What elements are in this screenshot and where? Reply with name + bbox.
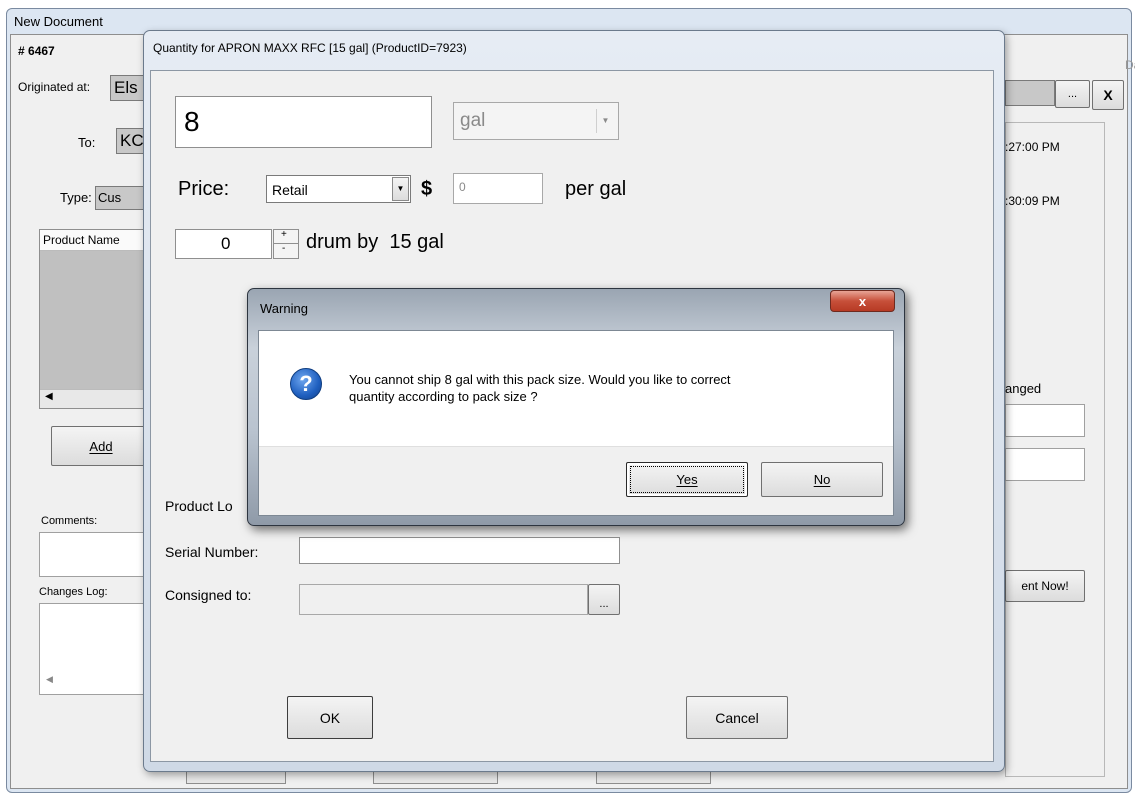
bottom-tab-1[interactable]: [186, 770, 286, 784]
comments-field[interactable]: [39, 532, 151, 577]
yes-button[interactable]: Yes: [626, 462, 748, 497]
warning-message: You cannot ship 8 gal with this pack siz…: [349, 371, 731, 405]
serial-number-input[interactable]: [299, 537, 620, 564]
type-field[interactable]: Cus: [95, 186, 150, 210]
doc-number-prefix: #: [18, 44, 25, 58]
changed-field-2[interactable]: [1005, 448, 1085, 481]
pack-count-stepper[interactable]: 0: [175, 229, 272, 259]
price-type-value: Retail: [272, 182, 308, 198]
action-button-label: ent Now!: [1021, 579, 1069, 593]
consigned-to-label: Consigned to:: [165, 587, 252, 603]
changed-field-1[interactable]: [1005, 404, 1085, 437]
price-dropdown-arrow-icon[interactable]: ▼: [392, 177, 409, 201]
cancel-button[interactable]: Cancel: [686, 696, 788, 739]
ok-button-label: OK: [319, 709, 341, 726]
time-1: :27:00 PM: [1005, 140, 1060, 154]
product-list-scrollbar[interactable]: ◀: [40, 389, 153, 408]
warning-message-line-1: You cannot ship 8 gal with this pack siz…: [349, 372, 731, 387]
close-doc-button-label: X: [1103, 87, 1113, 103]
quantity-dialog-title: Quantity for APRON MAXX RFC [15 gal] (Pr…: [153, 41, 467, 55]
to-label: To:: [78, 135, 96, 150]
price-type-select[interactable]: Retail ▼: [266, 175, 411, 203]
changes-log-field[interactable]: ◀: [39, 603, 151, 695]
price-label: Price:: [178, 178, 230, 200]
warning-close-icon[interactable]: x: [830, 290, 895, 312]
pack-stepper-buttons[interactable]: + -: [273, 229, 299, 259]
product-lot-label: Product Lo: [165, 498, 233, 514]
pack-description: drum by 15 gal: [306, 231, 444, 253]
yes-focus-rect: [630, 466, 744, 493]
changes-log-scroll-left-icon[interactable]: ◀: [46, 674, 53, 685]
originated-at-label: Originated at:: [18, 80, 91, 94]
unit-dropdown-arrow-icon[interactable]: ▼: [596, 109, 614, 133]
consigned-browse-label: ...: [599, 598, 609, 610]
warning-dialog-title: Warning: [260, 301, 308, 316]
stepper-up-icon[interactable]: +: [281, 229, 287, 240]
comments-label: Comments:: [41, 515, 98, 527]
cancel-button-label: Cancel: [715, 709, 759, 726]
background-window-title: New Document: [14, 14, 103, 29]
ok-button[interactable]: OK: [287, 696, 373, 739]
product-list-body: [40, 251, 153, 389]
add-button[interactable]: Add: [51, 426, 151, 466]
no-button[interactable]: No: [761, 462, 883, 497]
per-unit-label: per gal: [565, 178, 627, 200]
consigned-browse-button[interactable]: ...: [588, 584, 620, 615]
time-2: :30:09 PM: [1005, 194, 1060, 208]
consigned-to-input[interactable]: [299, 584, 588, 615]
no-button-label: No: [813, 472, 831, 487]
browse-button[interactable]: ...: [1055, 80, 1090, 108]
serial-number-label: Serial Number:: [165, 544, 259, 560]
quantity-input[interactable]: 8: [175, 96, 432, 148]
question-icon: ?: [290, 368, 322, 400]
right-gray-field[interactable]: [1005, 80, 1055, 106]
doc-number-value: 6467: [28, 44, 55, 58]
currency-symbol: $: [421, 178, 433, 200]
bottom-tab-2[interactable]: [373, 770, 498, 784]
changes-log-label: Changes Log:: [39, 586, 108, 598]
question-icon-glyph: ?: [299, 371, 313, 396]
date-header: Date: [1125, 58, 1135, 72]
scroll-left-icon[interactable]: ◀: [45, 391, 53, 402]
changed-label: anged: [1005, 381, 1042, 396]
warning-close-glyph: x: [858, 293, 867, 309]
price-input[interactable]: 0: [453, 173, 543, 204]
add-button-label: Add: [89, 438, 113, 454]
type-label: Type:: [60, 190, 92, 205]
warning-message-line-2: quantity according to pack size ?: [349, 389, 538, 404]
pack-count-value: 0: [221, 234, 231, 253]
product-name-header[interactable]: Product Name: [40, 230, 153, 251]
bottom-tab-3[interactable]: [596, 770, 711, 784]
unit-select-value: gal: [460, 110, 486, 131]
close-doc-button[interactable]: X: [1092, 80, 1124, 110]
browse-button-label: ...: [1067, 88, 1078, 100]
stepper-down-icon[interactable]: -: [282, 243, 285, 254]
unit-select[interactable]: gal ▼: [453, 102, 619, 140]
doc-number: # 6467: [18, 44, 55, 58]
action-button[interactable]: ent Now!: [1005, 570, 1085, 602]
product-list[interactable]: Product Name ◀: [39, 229, 154, 409]
stepper-divider: [274, 243, 298, 244]
